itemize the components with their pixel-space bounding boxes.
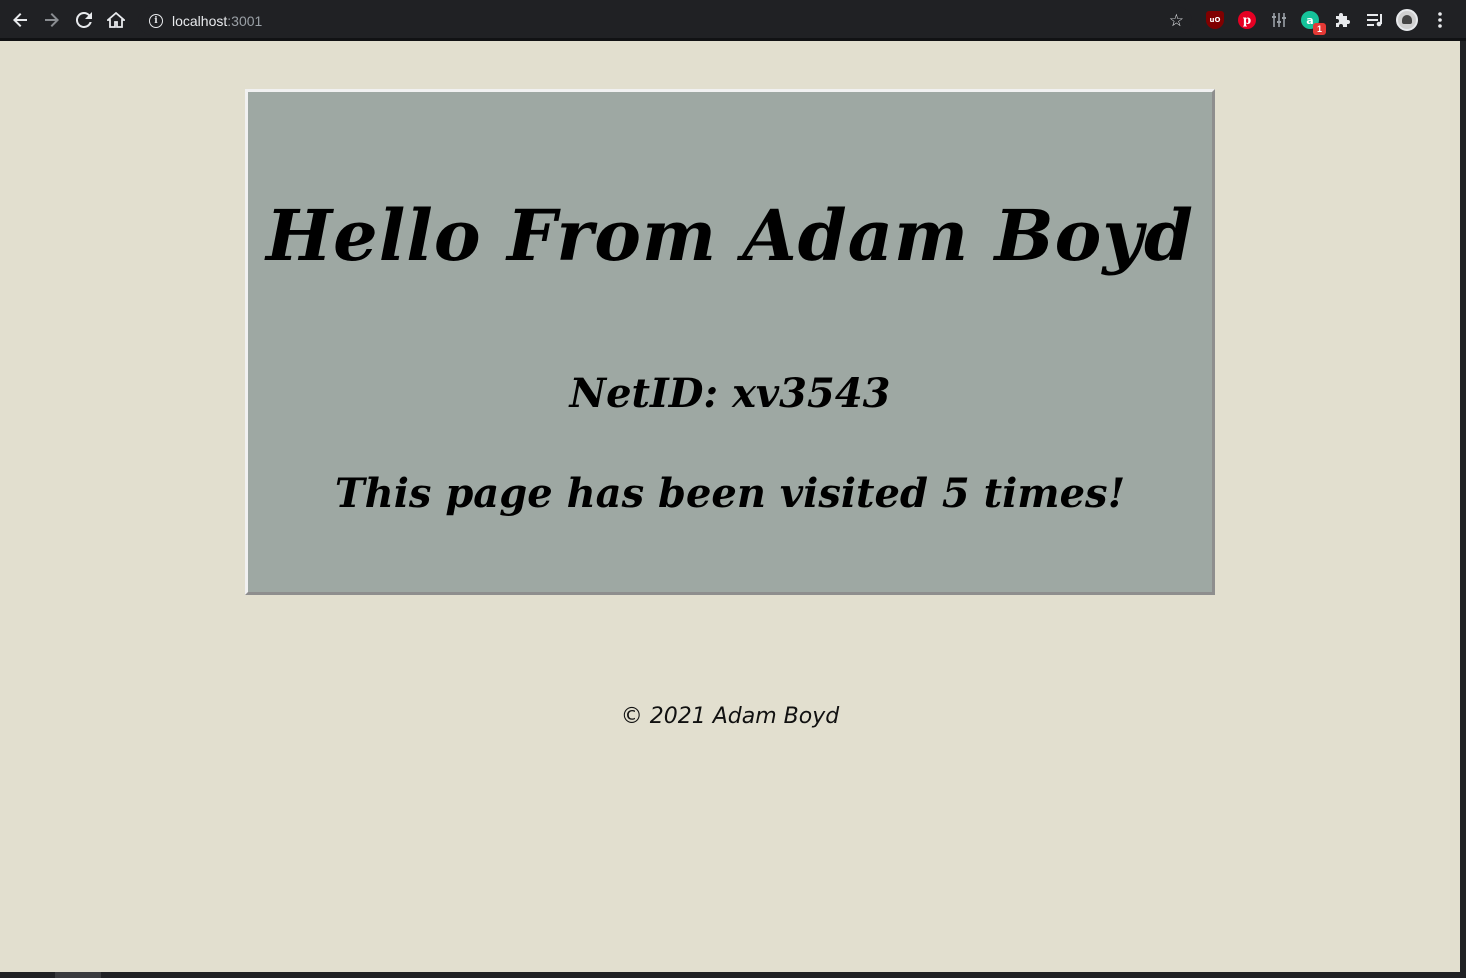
browser-toolbar: i localhost:3001 ☆ uO p a 1: [0, 0, 1466, 41]
window-right-edge: [1460, 41, 1466, 978]
address-bar[interactable]: i localhost:3001 ☆: [138, 7, 1192, 35]
ublock-icon[interactable]: uO: [1206, 11, 1224, 29]
home-icon[interactable]: [104, 8, 128, 32]
reload-icon[interactable]: [72, 8, 96, 32]
reading-list-icon[interactable]: [1363, 8, 1387, 32]
forward-arrow-icon[interactable]: [40, 8, 64, 32]
url-port: :3001: [227, 13, 263, 29]
window-bottom-edge: [0, 972, 1466, 978]
bookmark-star-icon[interactable]: ☆: [1169, 11, 1184, 31]
netid-text: NetID: xv3543: [569, 370, 891, 417]
page-footer: © 2021 Adam Boyd: [620, 704, 840, 729]
puzzle-icon[interactable]: [1331, 8, 1355, 32]
equalizer-icon[interactable]: [1270, 11, 1288, 29]
extension-badge: 1: [1313, 23, 1326, 35]
url-text[interactable]: localhost:3001: [172, 13, 262, 29]
profile-avatar[interactable]: [1396, 9, 1418, 31]
info-icon[interactable]: i: [149, 14, 163, 28]
pinterest-icon[interactable]: p: [1238, 11, 1256, 29]
more-menu-icon[interactable]: [1428, 8, 1452, 32]
greeting-card: Hello From Adam Boyd NetID: xv3543 This …: [245, 89, 1215, 595]
url-host: localhost: [172, 13, 228, 29]
page-heading: Hello From Adam Boyd: [266, 194, 1194, 277]
visit-counter-text: This page has been visited 5 times!: [334, 470, 1126, 517]
back-arrow-icon[interactable]: [8, 8, 32, 32]
